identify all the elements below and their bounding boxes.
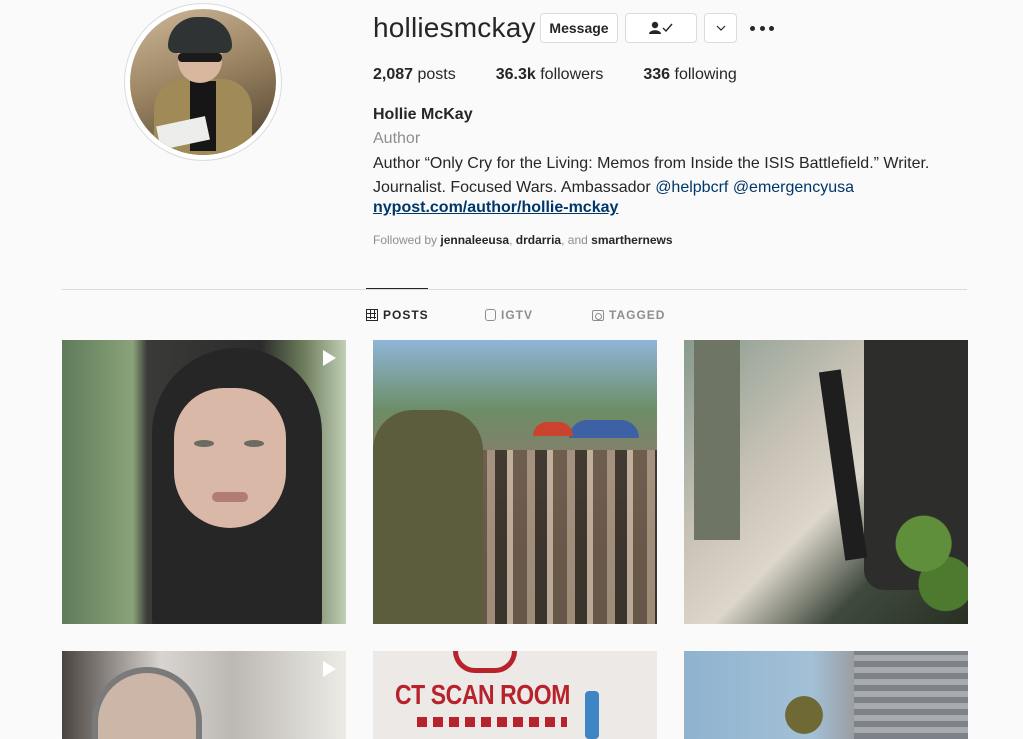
followers-link[interactable]: 36.3k followers (496, 66, 604, 84)
profile-avatar[interactable] (124, 3, 282, 161)
person-check-icon (649, 21, 673, 34)
tagged-icon (592, 309, 604, 321)
profile-stats: 2,087 posts 36.3k followers 336 followin… (373, 66, 777, 84)
tab-posts[interactable]: POSTS (366, 308, 429, 322)
bio: Author “Only Cry for the Living: Memos f… (373, 152, 953, 200)
play-icon (323, 350, 336, 366)
ct-scan-sign-text: CT SCAN ROOM (395, 679, 570, 710)
tab-igtv[interactable]: IGTV (485, 308, 533, 322)
tab-tagged-label: TAGGED (609, 308, 666, 322)
profile-category: Author (373, 130, 421, 147)
grid-icon (366, 309, 378, 321)
tab-igtv-label: IGTV (501, 308, 534, 322)
tab-tagged[interactable]: TAGGED (592, 308, 665, 322)
tab-divider (62, 289, 967, 290)
mention-emergencyusa[interactable]: @emergencyusa (733, 179, 854, 196)
bio-line-2: Journalist. Focused Wars. Ambassador @he… (373, 179, 854, 196)
website-link[interactable]: nypost.com/author/hollie-mckay (373, 199, 618, 217)
tab-posts-label: POSTS (383, 308, 429, 322)
username: holliesmckay (373, 12, 536, 43)
play-icon (323, 661, 336, 677)
posts-count: 2,087 posts (373, 66, 456, 83)
post-thumbnail[interactable] (62, 651, 346, 739)
full-name: Hollie McKay (373, 106, 473, 123)
post-thumbnail[interactable]: CT SCAN ROOM (373, 651, 657, 739)
avatar-image (130, 9, 276, 155)
post-thumbnail[interactable] (684, 340, 968, 624)
suggested-dropdown-button[interactable] (704, 13, 737, 43)
following-button[interactable] (625, 13, 697, 43)
igtv-icon (485, 309, 496, 321)
more-options-icon[interactable] (750, 18, 774, 38)
bio-line-1: Author “Only Cry for the Living: Memos f… (373, 155, 930, 172)
active-tab-indicator (366, 288, 428, 289)
post-thumbnail[interactable] (684, 651, 968, 739)
following-link[interactable]: 336 following (643, 66, 736, 84)
chevron-down-icon (716, 25, 725, 31)
message-button[interactable]: Message (540, 13, 618, 43)
post-thumbnail[interactable] (373, 340, 657, 624)
mention-helpbcrf[interactable]: @helpbcrf (655, 179, 728, 196)
post-thumbnail[interactable] (62, 340, 346, 624)
followed-by[interactable]: Followed by jennaleeusa, drdarria, and s… (373, 233, 673, 247)
